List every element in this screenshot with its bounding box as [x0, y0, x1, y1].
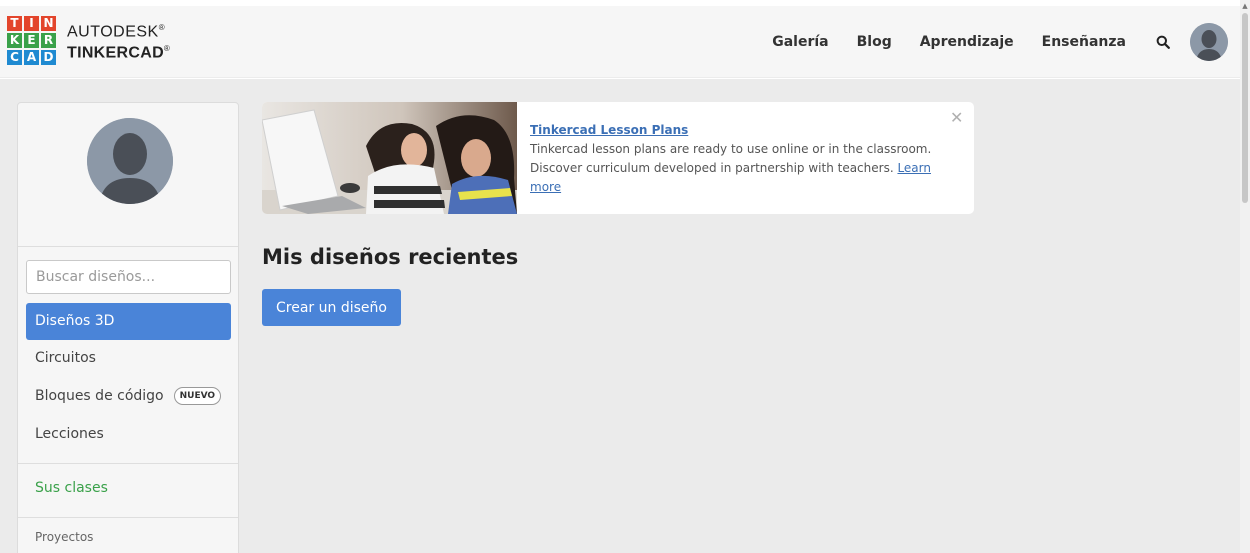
nav-ensenanza[interactable]: Enseñanza: [1042, 34, 1126, 50]
sidebar-divider: [18, 246, 238, 247]
scroll-thumb[interactable]: [1242, 13, 1248, 203]
sidebar-item-disenos-3d[interactable]: Diseños 3D: [26, 303, 231, 340]
logo-brand: AUTODESK®: [67, 23, 166, 41]
banner-title-link[interactable]: Tinkercad Lesson Plans: [530, 121, 950, 140]
logo-letter: E: [24, 33, 39, 48]
logo-letter: N: [41, 16, 56, 31]
design-search-input[interactable]: [26, 260, 231, 294]
logo-grid: T I N K E R C A D: [7, 16, 56, 65]
banner-body: Tinkercad lesson plans are ready to use …: [530, 142, 932, 175]
lesson-plans-banner: ✕ Tinkercad Lesson Plans Tinkercad lesso…: [262, 102, 974, 214]
create-design-button[interactable]: Crear un diseño: [262, 289, 401, 326]
logo-letter: R: [41, 33, 56, 48]
new-badge: NUEVO: [173, 387, 222, 405]
sidebar-item-sus-clases[interactable]: Sus clases: [35, 480, 108, 496]
profile-avatar-icon[interactable]: [87, 118, 173, 204]
scrollbar[interactable]: ▲: [1240, 0, 1250, 553]
sidebar-item-bloques-de-codigo[interactable]: Bloques de código NUEVO: [26, 378, 231, 415]
close-icon[interactable]: ✕: [950, 108, 963, 127]
logo-letter: T: [7, 16, 22, 31]
sidebar-item-circuitos[interactable]: Circuitos: [26, 340, 231, 377]
projects-heading: Proyectos: [35, 530, 94, 544]
search-icon[interactable]: [1154, 33, 1172, 51]
sidebar: Diseños 3D Circuitos Bloques de código NU…: [17, 102, 239, 553]
page-title: Mis diseños recientes: [262, 245, 519, 269]
logo-wordmark: AUTODESK® TINKERCAD®: [67, 20, 170, 61]
banner-text: Tinkercad Lesson Plans Tinkercad lesson …: [530, 121, 950, 197]
sidebar-divider: [18, 463, 238, 464]
banner-photo: [262, 102, 517, 214]
logo-letter: C: [7, 50, 22, 65]
tinkercad-logo[interactable]: T I N K E R C A D AUTODESK® TINKERCAD®: [7, 16, 170, 65]
logo-letter: A: [24, 50, 39, 65]
dashboard-content: Diseños 3D Circuitos Bloques de código NU…: [0, 79, 1240, 553]
sidebar-item-lecciones[interactable]: Lecciones: [26, 416, 231, 453]
logo-letter: K: [7, 33, 22, 48]
user-avatar-icon[interactable]: [1190, 23, 1228, 61]
nav-galeria[interactable]: Galería: [772, 34, 828, 50]
sidebar-divider: [18, 517, 238, 518]
nav-aprendizaje[interactable]: Aprendizaje: [920, 34, 1014, 50]
logo-product: TINKERCAD®: [67, 43, 171, 61]
sidebar-item-label: Bloques de código: [35, 388, 164, 404]
scroll-up-arrow-icon[interactable]: ▲: [1240, 0, 1250, 12]
main-nav: Galería Blog Aprendizaje Enseñanza: [772, 6, 1228, 78]
logo-letter: I: [24, 16, 39, 31]
logo-letter: D: [41, 50, 56, 65]
top-header: T I N K E R C A D AUTODESK® TINKERCAD® G…: [0, 6, 1240, 78]
nav-blog[interactable]: Blog: [857, 34, 892, 50]
